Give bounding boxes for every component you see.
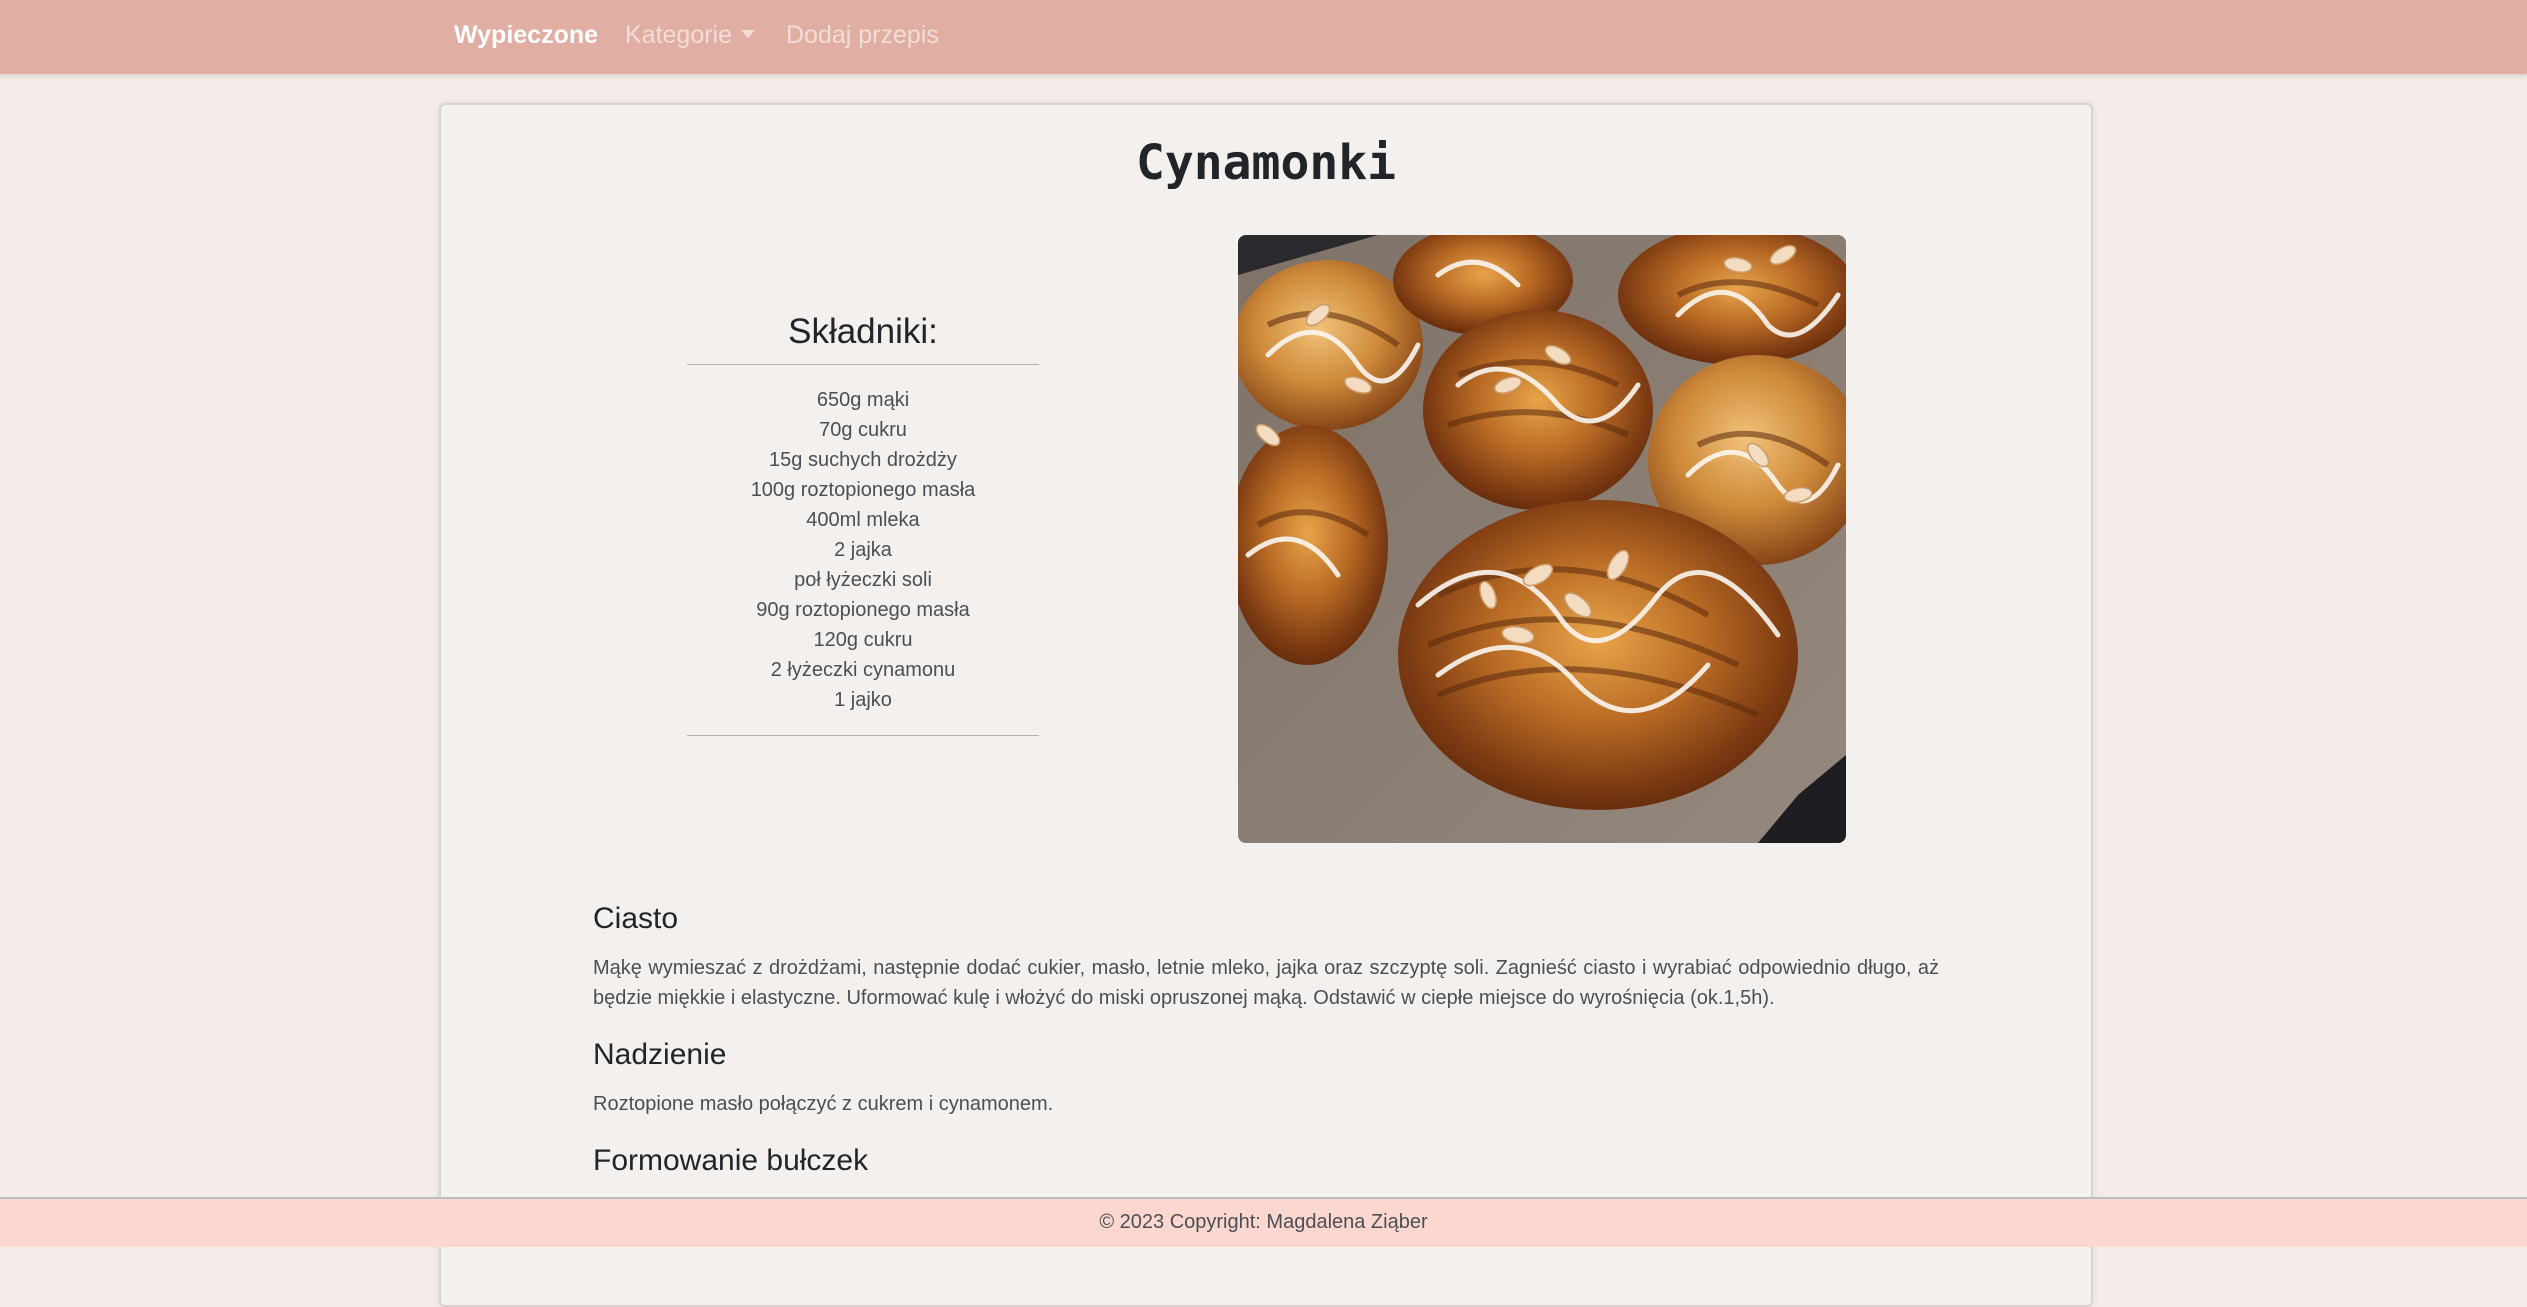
step-heading: Nadzienie [593,1038,727,1071]
top-navbar: Wypieczone Kategorie Dodaj przepis [0,0,2527,74]
step-text: Roztopione masło połączyć z cukrem i cyn… [593,1093,1054,1115]
ingredients-heading: Składniki: [788,312,938,351]
ingredient-item: 650g mąki [816,389,910,411]
footer-copyright: © 2023 Copyright: Magdalena Ziąber [1099,1211,1428,1233]
recipe-card: Cynamonki Składniki: 650g mąki 70g cukru… [439,103,2093,1307]
ingredient-item: 400ml mleka [806,509,920,531]
ingredient-item: 2 jajka [834,539,892,561]
recipe-photo [1238,235,1846,843]
recipe-title: Cynamonki [1135,135,1397,191]
ingredient-item: 70g cukru [819,419,907,441]
step-filling: Nadzienie Roztopione masło połączyć z cu… [593,1037,1939,1119]
ingredient-item: poł łyżeczki soli [794,569,932,591]
divider [687,735,1039,736]
categories-label: Kategorie [625,21,733,49]
footer: © 2023 Copyright: Magdalena Ziąber [0,1197,2527,1247]
categories-dropdown[interactable]: Kategorie [625,19,756,51]
caret-down-icon [741,30,756,39]
ingredients-list: 650g mąki 70g cukru 15g suchych drożdży … [687,365,1039,735]
step-heading: Ciasto [593,902,679,935]
step-dough: Ciasto Mąkę wymieszać z drożdżami, nastę… [593,901,1939,1013]
step-heading: Formowanie bułczek [593,1144,869,1177]
brand-link[interactable]: Wypieczone [454,19,598,51]
ingredient-item: 90g roztopionego masła [756,599,970,621]
ingredient-item: 1 jajko [834,689,892,711]
ingredient-item: 100g roztopionego masła [750,479,976,501]
add-recipe-link[interactable]: Dodaj przepis [786,19,939,51]
ingredient-item: 2 łyżeczki cynamonu [770,659,956,681]
ingredient-item: 15g suchych drożdży [769,449,957,471]
step-text: Mąkę wymieszać z drożdżami, następnie do… [593,957,1939,1009]
ingredient-item: 120g cukru [813,629,913,651]
ingredients-panel: Składniki: 650g mąki 70g cukru 15g suchy… [687,310,1039,736]
step-shaping: Formowanie bułczek [593,1143,1939,1179]
